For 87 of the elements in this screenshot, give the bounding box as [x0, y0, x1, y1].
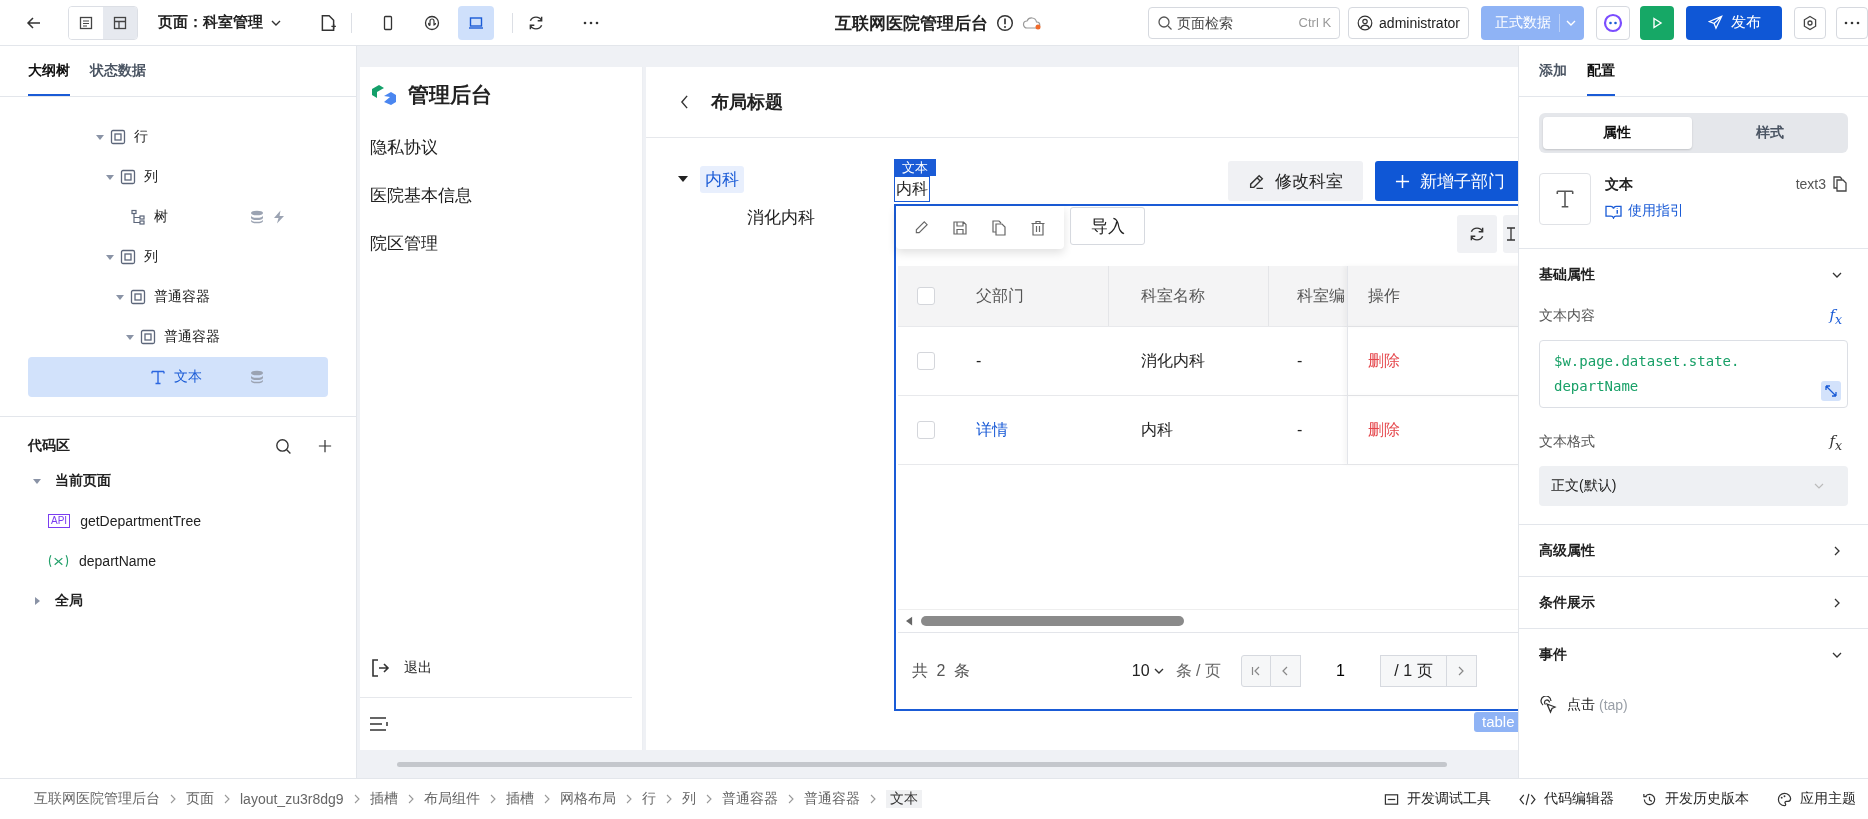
- text-format-dropdown[interactable]: 正文(默认): [1539, 466, 1848, 506]
- user-button[interactable]: administrator: [1348, 6, 1469, 39]
- breadcrumb-item[interactable]: 插槽: [369, 790, 398, 808]
- component-tag: table: [1474, 712, 1518, 732]
- outline-item[interactable]: 列: [28, 237, 328, 277]
- outline-item[interactable]: 树: [28, 197, 328, 237]
- publish-button[interactable]: 发布: [1686, 5, 1782, 40]
- code-area-title: 代码区: [28, 437, 71, 455]
- column-header: 父部门: [976, 285, 1024, 306]
- page-selector[interactable]: 页面：科室管理: [158, 13, 281, 32]
- code-group[interactable]: 全局: [28, 581, 356, 621]
- detail-link[interactable]: 详情: [976, 419, 1008, 441]
- total-count: 共 2 条: [912, 660, 972, 681]
- column-header: 科室编: [1297, 285, 1345, 306]
- panel-tab[interactable]: 配置: [1587, 46, 1615, 96]
- brand-name: 管理后台: [408, 82, 492, 108]
- segment-tab[interactable]: 属性: [1543, 117, 1692, 149]
- panel-tab[interactable]: 大纲树: [28, 46, 70, 96]
- field-label: 文本格式: [1539, 433, 1595, 451]
- logout-link[interactable]: 退出: [360, 643, 432, 693]
- edit-department-button[interactable]: 修改科室: [1228, 161, 1363, 201]
- selection-tag: 文本: [894, 159, 936, 176]
- outline-item[interactable]: 文本: [28, 357, 328, 397]
- outline-item[interactable]: 普通容器: [28, 317, 328, 357]
- outline-item[interactable]: 行: [28, 117, 328, 157]
- nav-item[interactable]: 医院基本信息: [370, 183, 472, 207]
- delete-link[interactable]: 删除: [1368, 350, 1400, 372]
- code-item[interactable]: departName: [28, 541, 356, 581]
- breadcrumb-item[interactable]: 页面: [186, 790, 214, 808]
- status-tool[interactable]: 应用主题: [1777, 790, 1856, 808]
- breadcrumb-item[interactable]: 插槽: [505, 790, 534, 808]
- breadcrumb-item[interactable]: 布局组件: [423, 790, 480, 808]
- section-header[interactable]: 事件: [1539, 629, 1848, 680]
- formula-toggle[interactable]: f$_{x}$: [1829, 305, 1842, 327]
- add-sub-department-button[interactable]: 新增子部门: [1375, 161, 1518, 201]
- import-button[interactable]: 导入: [1070, 207, 1145, 245]
- formula-toggle[interactable]: f$_{x}$: [1829, 431, 1842, 453]
- outline-item[interactable]: 普通容器: [28, 277, 328, 317]
- guide-link[interactable]: 使用指引: [1605, 202, 1684, 220]
- table-cell: -: [1297, 352, 1303, 370]
- segment-tab[interactable]: 样式: [1695, 117, 1844, 149]
- group-label: 当前页面: [55, 472, 111, 490]
- status-tool[interactable]: 开发历史版本: [1642, 790, 1749, 808]
- table-cell-text: 内科: [1141, 419, 1173, 440]
- column-header: 操作: [1368, 285, 1400, 306]
- code-item-name: departName: [79, 553, 157, 569]
- nav-item[interactable]: 隐私协议: [370, 135, 438, 159]
- selected-text[interactable]: 内科: [894, 176, 930, 202]
- delete-link[interactable]: 删除: [1368, 419, 1400, 441]
- event-item[interactable]: 点击 (tap): [1539, 680, 1848, 730]
- status-tool[interactable]: 开发调试工具: [1384, 790, 1491, 808]
- code-group[interactable]: 当前页面: [28, 461, 356, 501]
- component-id: text3: [1795, 175, 1826, 192]
- breadcrumb-item[interactable]: 行: [641, 790, 656, 808]
- nav-item[interactable]: 院区管理: [370, 231, 438, 255]
- section-header[interactable]: 高级属性: [1539, 525, 1848, 576]
- breadcrumb-item[interactable]: layout_zu3r8dg9: [240, 791, 344, 807]
- status-tool[interactable]: 代码编辑器: [1519, 790, 1614, 808]
- per-page-label: 条 / 页: [1175, 660, 1221, 681]
- breadcrumb-item[interactable]: 普通容器: [721, 790, 778, 808]
- outline-item[interactable]: 列: [28, 157, 328, 197]
- table-cell: -: [976, 352, 982, 370]
- page-count: / 1 页: [1380, 655, 1447, 687]
- shortcut-hint: Ctrl K: [1298, 15, 1332, 30]
- code-item[interactable]: API getDepartmentTree: [28, 501, 356, 541]
- section-header[interactable]: 条件展示: [1539, 577, 1848, 628]
- page-heading: 布局标题: [711, 91, 783, 114]
- group-label: 全局: [55, 592, 83, 610]
- api-badge: API: [48, 514, 71, 528]
- breadcrumb-item[interactable]: 网格布局: [559, 790, 616, 808]
- table-cell: -: [1297, 421, 1303, 439]
- column-header: 科室名称: [1141, 285, 1205, 306]
- breadcrumb-item[interactable]: 列: [681, 790, 696, 808]
- breadcrumb-item[interactable]: 普通容器: [803, 790, 860, 808]
- field-label: 文本内容: [1539, 307, 1595, 325]
- code-item-name: getDepartmentTree: [80, 513, 201, 529]
- table-cell-text: 消化内科: [1141, 350, 1205, 371]
- app-title: 互联网医院管理后台: [835, 12, 988, 35]
- breadcrumb-item[interactable]: 互联网医院管理后台: [34, 790, 160, 808]
- tree-node[interactable]: 内科: [700, 165, 744, 193]
- page-size-dropdown[interactable]: 10: [1131, 662, 1164, 680]
- section-header[interactable]: 基础属性: [1539, 249, 1848, 300]
- breadcrumb-item[interactable]: 文本: [885, 790, 922, 808]
- panel-tab[interactable]: 状态数据: [90, 46, 146, 96]
- component-name: 文本: [1605, 176, 1634, 194]
- tree-node[interactable]: 消化内科: [742, 203, 820, 231]
- panel-tab[interactable]: 添加: [1539, 46, 1567, 96]
